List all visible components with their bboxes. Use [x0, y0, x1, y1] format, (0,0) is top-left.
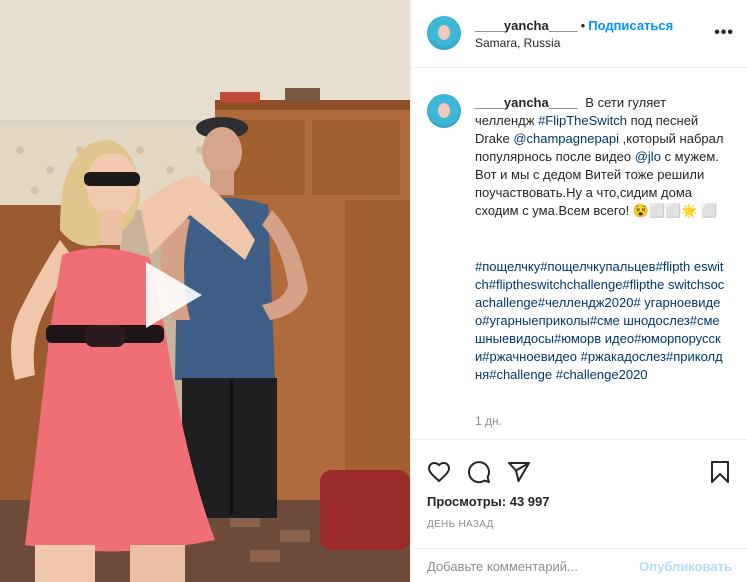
caption-timestamp: 1 дн.	[475, 414, 502, 428]
publish-button[interactable]: Опубликовать	[639, 559, 732, 574]
post-side-panel: ____yancha____ • Подписаться Samara, Russi…	[410, 0, 747, 582]
views-count[interactable]: Просмотры: 43 997	[427, 494, 549, 509]
post-header: ____yancha____ • Подписаться Samara, Russi…	[411, 0, 747, 68]
comment-input[interactable]	[427, 559, 657, 574]
caption-username[interactable]: ____yancha____	[475, 95, 578, 110]
action-bar	[411, 452, 747, 492]
caption-hashtags[interactable]: #пощелчку#пощелчкупальцев#flipth eswitch…	[475, 258, 725, 384]
bookmark-icon[interactable]	[708, 460, 732, 489]
views-number: 43 997	[509, 494, 550, 509]
video-frame-illustration	[0, 0, 410, 582]
caption-author-avatar[interactable]	[427, 94, 461, 128]
more-horizontal-icon[interactable]: •••	[714, 24, 734, 42]
post-location[interactable]: Samara, Russia	[475, 36, 560, 50]
share-icon[interactable]	[507, 460, 531, 489]
caption-mention-2[interactable]: @jlo	[635, 149, 661, 164]
post-video[interactable]	[0, 0, 410, 582]
separator-dot: •	[580, 18, 586, 33]
post-caption: ____yancha____ В сети гуляет челлендж #F…	[475, 94, 725, 220]
views-label: Просмотры:	[427, 494, 507, 509]
author-line: ____yancha____ • Подписаться	[475, 18, 673, 33]
follow-button[interactable]: Подписаться	[588, 18, 673, 33]
comment-icon[interactable]	[467, 460, 491, 489]
caption-hashtag-link[interactable]: #FlipTheSwitch	[538, 113, 627, 128]
heart-icon[interactable]	[427, 460, 451, 489]
comment-form: Опубликовать	[411, 548, 747, 582]
caption-mention-1[interactable]: @champagnepapi	[513, 131, 619, 146]
post-date[interactable]: День назад	[427, 519, 494, 530]
comments-area: ____yancha____ В сети гуляет челлендж #F…	[411, 80, 747, 440]
author-username[interactable]: ____yancha____	[475, 18, 578, 33]
author-avatar[interactable]	[427, 16, 461, 50]
